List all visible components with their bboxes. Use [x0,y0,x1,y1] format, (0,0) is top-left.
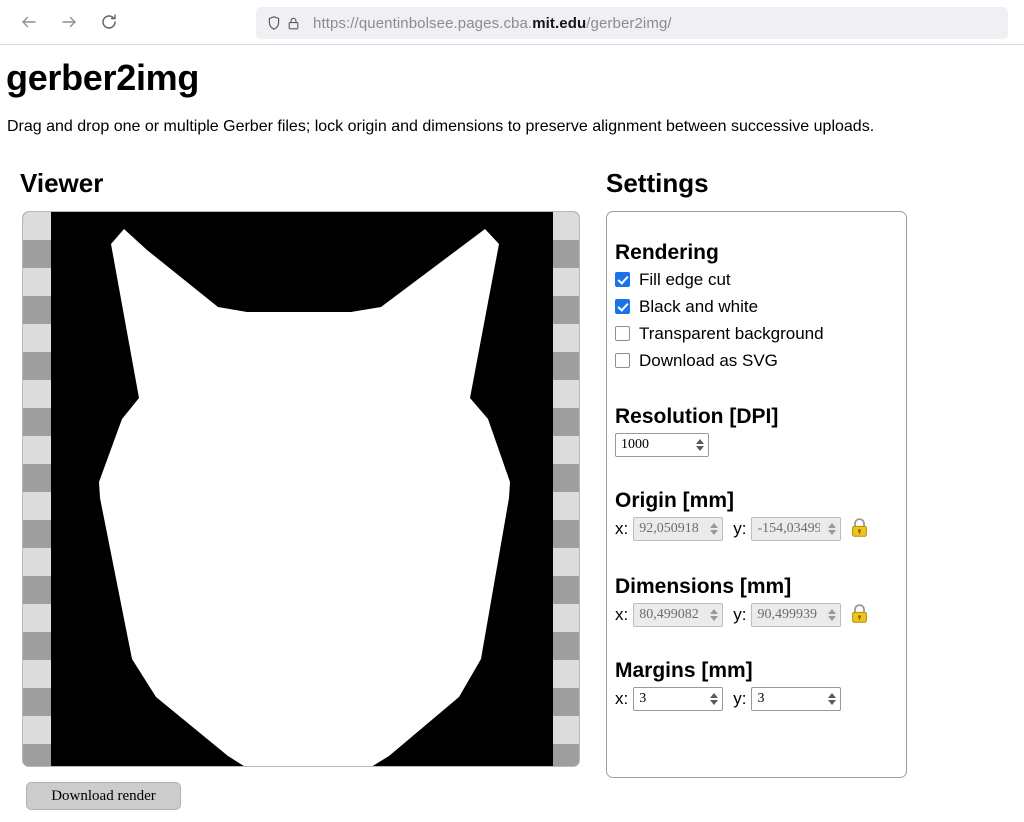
page-title: gerber2img [6,57,200,98]
address-bar[interactable]: https://quentinbolsee.pages.cba.mit.edu/… [256,7,1008,39]
resolution-input[interactable]: 1000 [615,433,709,457]
url-suffix: /gerber2img/ [586,14,672,32]
shield-icon[interactable] [266,15,282,31]
origin-x-stepper [710,523,719,535]
forward-button[interactable] [52,5,86,39]
margins-x-input[interactable]: 3 [633,687,724,711]
dimensions-x-input: 80,499082 [633,603,724,627]
padlock-icon[interactable] [286,16,301,31]
origin-x-value: 92,050918 [639,521,699,536]
url-prefix: https://quentinbolsee.pages.cba. [313,14,533,32]
origin-y-stepper [828,523,837,535]
transparency-checker-right [551,212,579,766]
resolution-stepper[interactable] [696,439,704,451]
rendering-group-title: Rendering [615,241,719,264]
checkbox-transparent-background[interactable] [615,326,630,341]
checkbox-label-black-and-white: Black and white [639,296,759,316]
settings-panel: Rendering Fill edge cut Black and white … [606,211,907,778]
browser-chrome: https://quentinbolsee.pages.cba.mit.edu/… [0,0,1024,45]
resolution-group-title: Resolution [DPI] [615,405,779,428]
margins-y-value: 3 [757,691,765,706]
dimensions-y-value: 90,499939 [757,607,817,622]
checkbox-label-transparent-background: Transparent background [639,323,824,343]
margins-x-label: x: [615,689,629,708]
url-domain: mit.edu [532,14,587,32]
resolution-row: 1000 [615,431,906,459]
margins-y-input[interactable]: 3 [751,687,842,711]
reload-icon [100,13,118,31]
dimensions-x-value: 80,499082 [639,607,699,622]
origin-x-input: 92,050918 [633,517,724,541]
margins-y-label: y: [733,689,747,708]
origin-y-input: -154,03499 [751,517,842,541]
margins-group-title: Margins [mm] [615,659,753,682]
origin-lock-icon[interactable] [851,518,868,540]
arrow-right-icon [60,13,78,31]
resolution-value: 1000 [621,437,649,452]
download-render-button[interactable]: Download render [26,782,181,810]
dimensions-row: x: 80,499082 y: 90,499939 [615,601,906,629]
checkbox-black-and-white[interactable] [615,299,630,314]
dimensions-x-stepper [710,609,719,621]
page-content: gerber2img Drag and drop one or multiple… [0,45,1024,822]
origin-row: x: 92,050918 y: -154,03499 [615,515,906,543]
back-button[interactable] [12,5,46,39]
dimensions-x-label: x: [615,605,629,624]
checkbox-fill-edge-cut[interactable] [615,272,630,287]
reload-button[interactable] [92,5,126,39]
checkbox-download-as-svg[interactable] [615,353,630,368]
transparency-checker-left [23,212,51,766]
url-text: https://quentinbolsee.pages.cba.mit.edu/… [313,15,672,32]
checkbox-row-transparent-background[interactable]: Transparent background [615,321,906,346]
page-description: Drag and drop one or multiple Gerber fil… [7,118,875,135]
dimensions-lock-icon[interactable] [851,604,868,626]
checkbox-row-black-and-white[interactable]: Black and white [615,294,906,319]
dimensions-group-title: Dimensions [mm] [615,575,792,598]
gerber-render-svg [51,212,553,766]
checkbox-row-download-as-svg[interactable]: Download as SVG [615,348,906,373]
arrow-left-icon [20,13,38,31]
margins-x-stepper[interactable] [710,693,719,705]
checkbox-label-fill-edge-cut: Fill edge cut [639,269,731,289]
gerber-viewer[interactable] [22,211,580,767]
margins-x-value: 3 [639,691,647,706]
origin-y-label: y: [733,519,747,538]
dimensions-y-stepper [828,609,837,621]
origin-x-label: x: [615,519,629,538]
origin-group-title: Origin [mm] [615,489,734,512]
render-canvas[interactable] [51,212,553,766]
settings-heading: Settings [606,168,709,198]
checkbox-label-download-as-svg: Download as SVG [639,350,778,370]
viewer-heading: Viewer [20,168,104,198]
origin-y-value: -154,03499 [757,521,821,536]
dimensions-y-input: 90,499939 [751,603,842,627]
margins-y-stepper[interactable] [828,693,837,705]
margins-row: x: 3 y: 3 [615,685,906,713]
checkbox-row-fill-edge-cut[interactable]: Fill edge cut [615,267,906,292]
dimensions-y-label: y: [733,605,747,624]
